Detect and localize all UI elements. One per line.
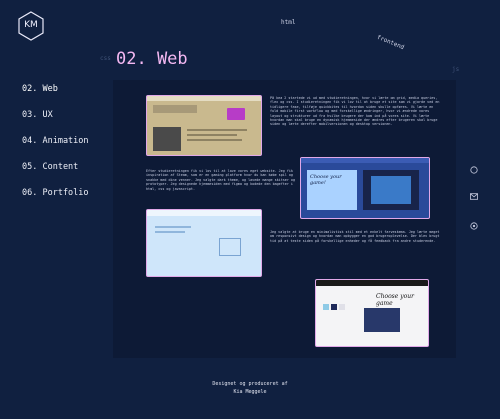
linkedin-icon[interactable] — [470, 222, 478, 232]
project-screenshot-kea[interactable] — [146, 95, 262, 156]
mockup-text-line — [187, 129, 247, 131]
mockup-heading: Choose your game! — [310, 174, 342, 186]
mockup-black-header — [316, 280, 428, 286]
nav-item-ux[interactable]: 03. UX — [22, 110, 89, 136]
github-icon[interactable] — [470, 166, 478, 176]
paragraph-kea: På kea 2 startede vi ud med studieretnin… — [270, 96, 440, 127]
nav-item-content[interactable]: 05. Content — [22, 162, 89, 188]
project-screenshot-light-site[interactable] — [146, 209, 262, 277]
mockup-game-art — [371, 176, 411, 204]
paragraph-design: Jeg valgte at bruge en minimalistisk sti… — [270, 230, 440, 243]
paragraph-steam: Efter studieretningen fik vi lov til at … — [146, 169, 296, 191]
logo[interactable]: KM — [18, 11, 44, 41]
floating-label-ghost-left: css — [100, 55, 111, 62]
mail-icon[interactable] — [470, 193, 478, 202]
mockup-nav-bar — [301, 158, 429, 163]
project-screenshot-game-site[interactable]: Choose your game! — [300, 157, 430, 219]
side-nav: 02. Web 03. UX 04. Animation 05. Content… — [22, 84, 89, 214]
floating-label-frontend: frontend — [375, 33, 406, 52]
mockup-hero-card: Choose your game! — [307, 170, 357, 210]
mockup-image-placeholder — [219, 238, 241, 256]
mockup-game-art — [364, 308, 400, 332]
footer-author: Kia Meggele — [233, 389, 267, 395]
floating-label-ghost-right: js — [452, 66, 460, 73]
mockup-game-image — [363, 170, 419, 210]
mockup-text-line — [187, 134, 237, 136]
project-screenshot-choose-game[interactable]: Choose your game — [315, 279, 429, 347]
mockup-choose-heading: Choose your game — [376, 293, 414, 307]
mockup-top-bar — [147, 210, 261, 216]
mockup-text-line — [187, 139, 242, 141]
mockup-laptop-image — [227, 108, 245, 120]
floating-label-html: html — [281, 19, 296, 26]
mockup-header-bar — [147, 96, 261, 101]
section-title: 02. Web — [116, 49, 188, 69]
nav-item-web[interactable]: 02. Web — [22, 84, 89, 110]
mockup-text-line — [155, 226, 191, 228]
nav-item-animation[interactable]: 04. Animation — [22, 136, 89, 162]
footer-credit-line: Designet og produceret af — [212, 381, 288, 387]
mockup-building-image — [153, 127, 181, 151]
mockup-text-line — [155, 231, 185, 233]
mockup-swatches — [322, 296, 350, 318]
nav-item-portfolio[interactable]: 06. Portfolio — [22, 188, 89, 214]
logo-text: KM — [24, 20, 38, 30]
mockup-heading-block — [153, 105, 197, 113]
